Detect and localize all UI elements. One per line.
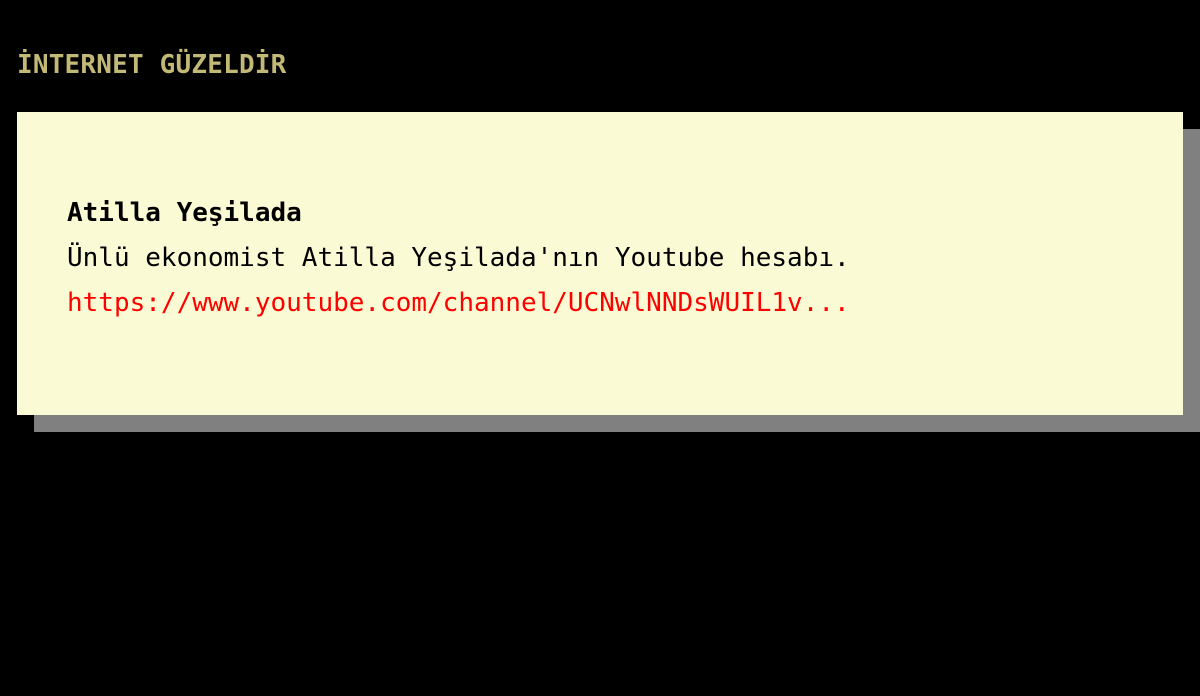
link-card: Atilla Yeşilada Ünlü ekonomist Atilla Ye…: [17, 112, 1183, 415]
card-description: Ünlü ekonomist Atilla Yeşilada'nın Youtu…: [67, 243, 850, 273]
card-title: Atilla Yeşilada: [67, 198, 302, 228]
site-title: İNTERNET GÜZELDİR: [17, 50, 287, 80]
youtube-channel-link[interactable]: https://www.youtube.com/channel/UCNwlNND…: [67, 281, 1183, 326]
